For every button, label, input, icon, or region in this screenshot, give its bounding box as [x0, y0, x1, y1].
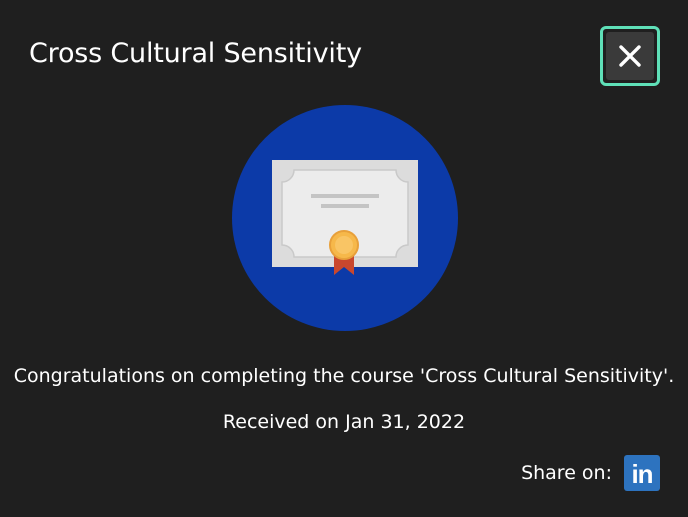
- share-label: Share on:: [521, 462, 612, 484]
- certificate-icon: [232, 105, 458, 331]
- certificate-line-1: [311, 194, 379, 198]
- close-button-inner: [606, 32, 654, 80]
- dialog-title: Cross Cultural Sensitivity: [29, 38, 362, 69]
- congratulations-message: Congratulations on completing the course…: [13, 365, 675, 387]
- close-button[interactable]: [600, 26, 660, 86]
- certificate-line-2: [321, 204, 369, 208]
- linkedin-share-button[interactable]: in: [624, 455, 660, 491]
- certificate-dialog: Cross Cultural Sensitivity Congratulatio…: [0, 0, 688, 517]
- received-date: Received on Jan 31, 2022: [222, 411, 466, 433]
- close-icon: [619, 45, 641, 67]
- share-section: Share on: in: [521, 455, 660, 491]
- linkedin-icon: in: [631, 459, 653, 489]
